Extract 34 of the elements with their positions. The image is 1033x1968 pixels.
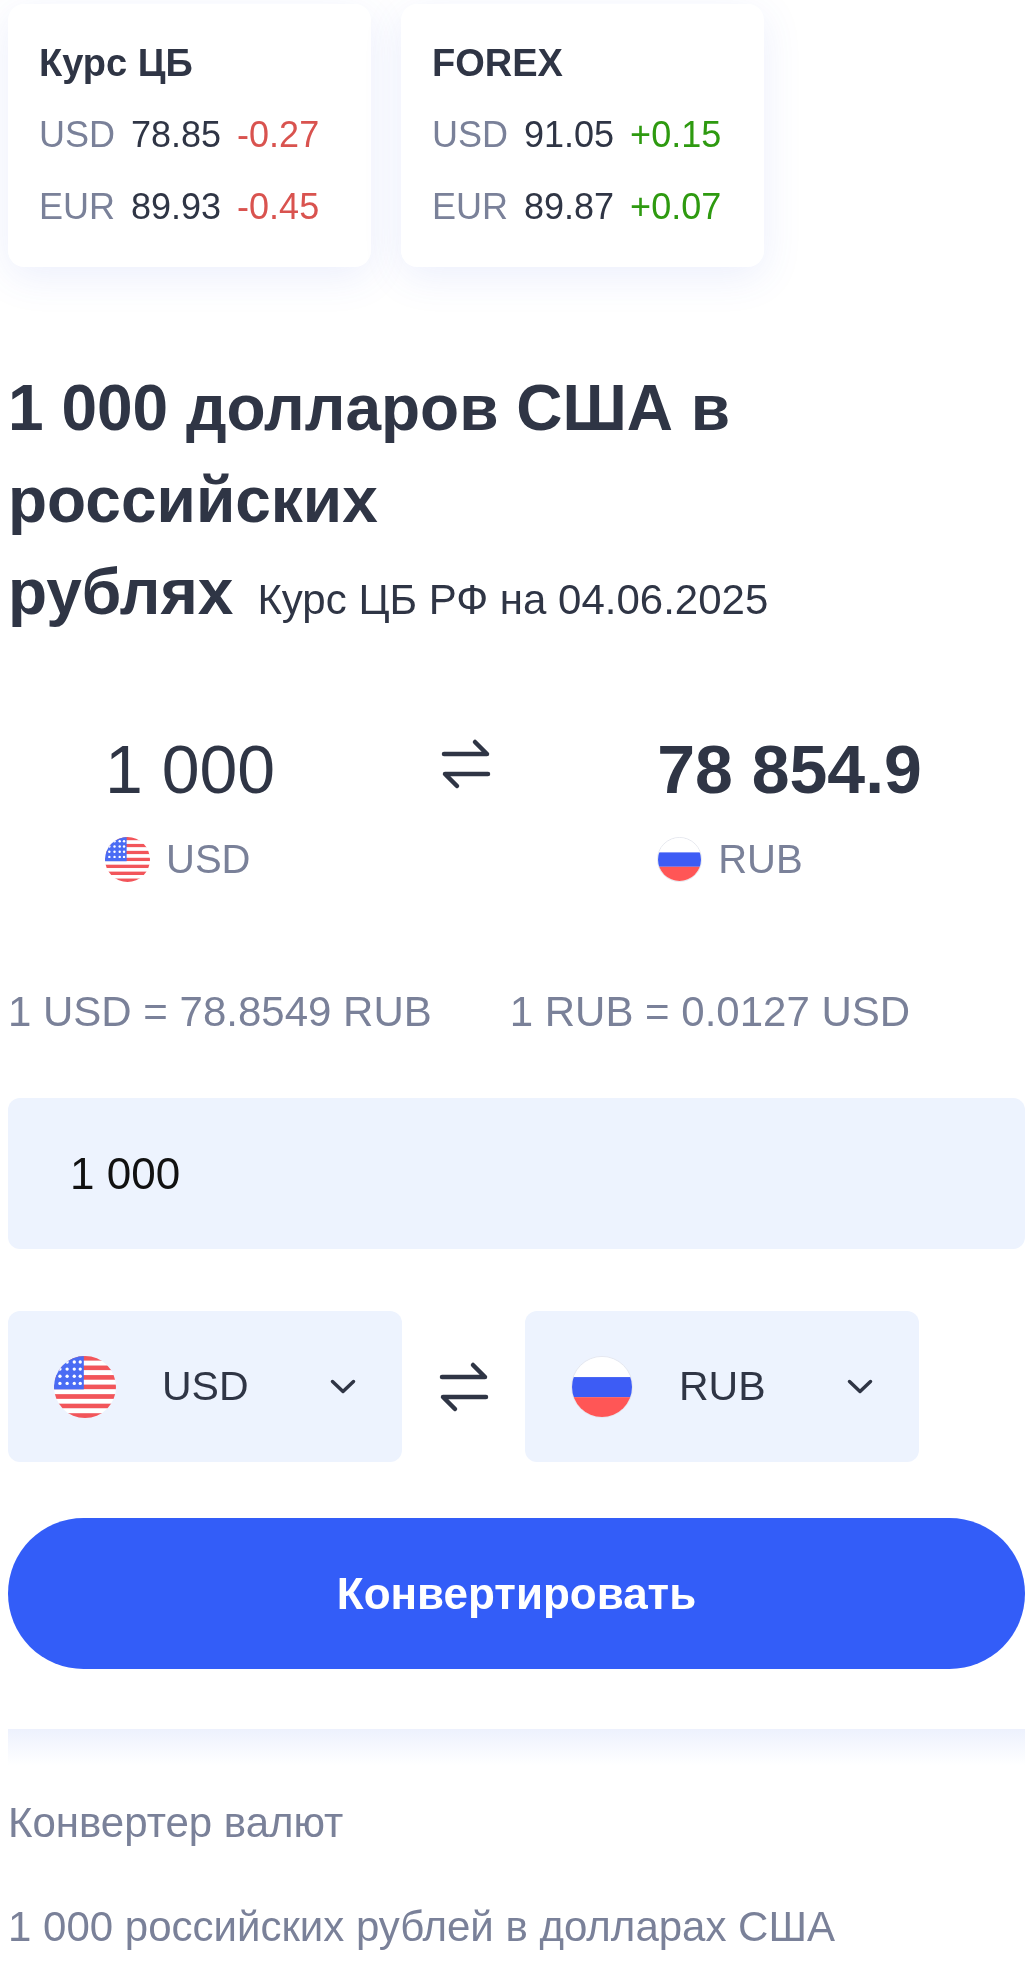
currency-code: RUB — [718, 836, 803, 883]
russia-flag-icon — [657, 836, 703, 882]
rate-change: -0.27 — [237, 113, 320, 157]
related-link[interactable]: 1 000 российских рублей в долларах США — [8, 1902, 835, 1952]
currency-code: EUR — [432, 185, 508, 229]
exchange-rate: 1 USD = 78.8549 RUB — [8, 987, 432, 1037]
currency-code: USD — [166, 836, 251, 883]
converted-amount: 78 854.9 — [657, 730, 922, 809]
rate-value: 89.93 — [131, 185, 222, 229]
rate-change: -0.45 — [237, 185, 320, 229]
swap-icon[interactable] — [441, 737, 492, 791]
rate-change: +0.15 — [630, 113, 722, 157]
card-title: Курс ЦБ — [39, 41, 194, 86]
us-flag-icon — [54, 1355, 116, 1418]
exchange-rate: 1 RUB = 0.0127 USD — [509, 987, 911, 1037]
related-link[interactable]: Конвертер валют — [8, 1798, 344, 1848]
rate-change: +0.07 — [630, 185, 722, 229]
page-heading: 1 000 долларов США в российских рублях Курс ЦБ РФ на 04.06.2025 — [8, 371, 770, 630]
currency-select[interactable]: RUB — [525, 1311, 919, 1462]
currency-select[interactable]: USD — [8, 1311, 402, 1462]
currency-code: USD — [39, 113, 115, 157]
rate-value: 89.87 — [524, 185, 615, 229]
russia-flag-icon — [571, 1355, 633, 1418]
rate-value: 91.05 — [524, 113, 615, 157]
chevron-down-icon — [330, 1379, 356, 1394]
convert-button[interactable]: Конвертировать — [8, 1518, 1025, 1669]
currency-code: EUR — [39, 185, 115, 229]
source-amount: 1 000 — [105, 730, 276, 809]
chevron-down-icon — [847, 1379, 873, 1394]
card-title: FOREX — [432, 41, 564, 86]
amount-input[interactable]: 1 000 — [8, 1098, 1025, 1249]
us-flag-icon — [105, 836, 150, 882]
currency-code: USD — [432, 113, 508, 157]
rate-value: 78.85 — [131, 113, 222, 157]
